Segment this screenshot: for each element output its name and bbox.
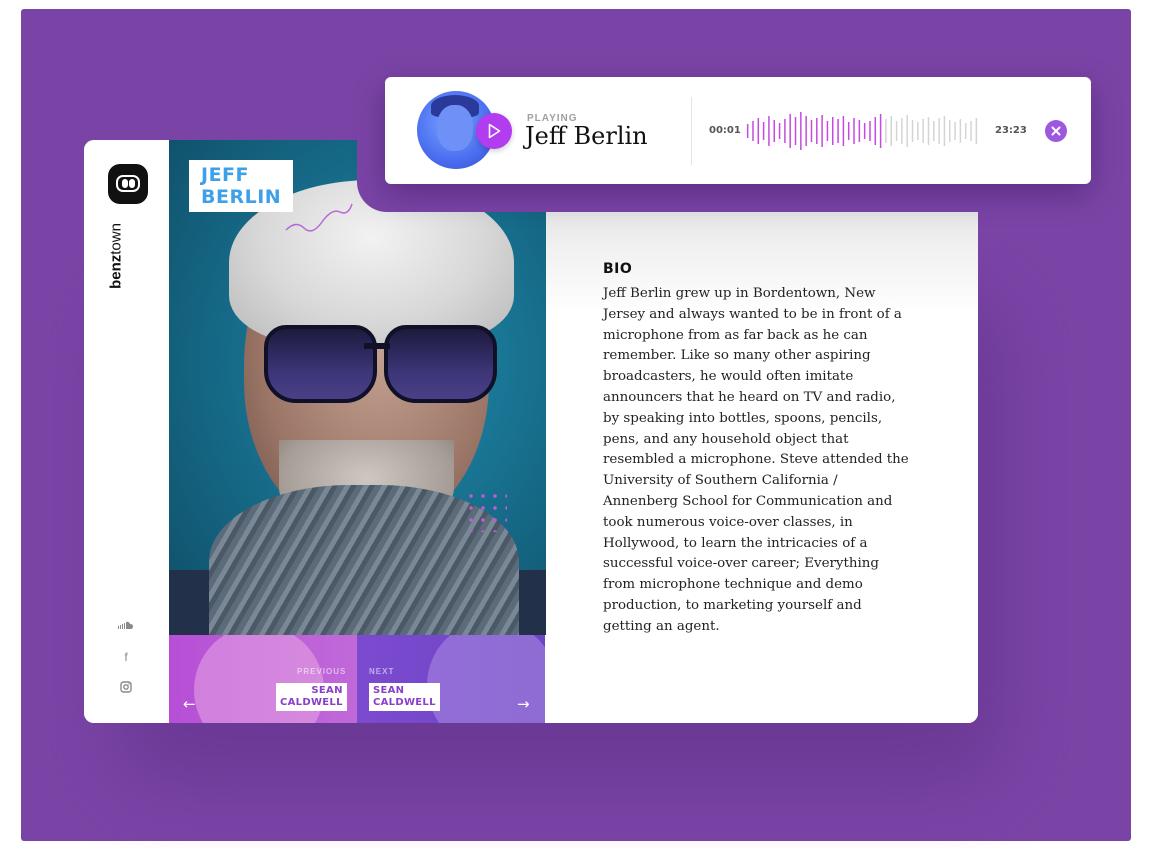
waveform-bar	[773, 120, 775, 142]
waveform-bar	[895, 121, 898, 141]
instagram-icon[interactable]	[117, 681, 135, 695]
next-last-name: CALDWELL	[373, 697, 436, 708]
waveform-bar	[810, 120, 813, 142]
waveform-bar	[906, 115, 908, 147]
waveform-bar	[826, 121, 829, 141]
previous-name-tag: SEAN CALDWELL	[276, 683, 347, 711]
next-label: NEXT	[369, 667, 395, 676]
waveform-bar	[853, 118, 855, 144]
benztown-logo-icon[interactable]	[108, 164, 148, 204]
next-name-tag: SEAN CALDWELL	[369, 683, 440, 711]
profile-card: benztown f JEFF BERLIN PREVIOUS SEAN CAL…	[84, 140, 978, 723]
profile-photo: JEFF BERLIN	[169, 140, 546, 635]
arrow-right-icon[interactable]: →	[517, 695, 530, 713]
logo-eye-right	[129, 179, 135, 188]
waveform-bar	[970, 121, 972, 141]
close-icon	[1051, 126, 1061, 136]
profile-last-name: BERLIN	[201, 186, 282, 208]
waveform-bar	[768, 116, 770, 146]
decorative-dots	[465, 490, 507, 532]
waveform-bar	[890, 116, 892, 146]
waveform-bar	[800, 112, 802, 150]
previous-profile-link[interactable]: PREVIOUS SEAN CALDWELL ←	[169, 635, 357, 723]
profile-name-tag: JEFF BERLIN	[189, 160, 294, 212]
waveform-bar	[917, 122, 919, 140]
track-title: Jeff Berlin	[525, 122, 648, 150]
waveform-bar	[837, 119, 839, 143]
brand-suffix: town	[107, 223, 125, 255]
profile-first-name: JEFF	[201, 164, 250, 186]
close-button[interactable]	[1045, 120, 1067, 142]
waveform-bar	[869, 121, 871, 141]
previous-first-name: SEAN	[311, 685, 343, 696]
avatar-face	[437, 105, 473, 151]
play-button[interactable]	[476, 113, 512, 149]
waveform-bar	[842, 116, 845, 146]
waveform-bar	[746, 124, 749, 138]
waveform-bar	[789, 114, 791, 148]
previous-label: PREVIOUS	[297, 667, 347, 676]
play-icon	[488, 123, 501, 139]
waveform-bar	[784, 119, 786, 143]
waveform-bar	[938, 118, 940, 144]
waveform-bar	[975, 118, 978, 144]
waveform-bar	[863, 123, 866, 139]
waveform-bar	[832, 117, 834, 145]
waveform-bar	[805, 116, 807, 146]
bio-text: Jeff Berlin grew up in Bordentown, New J…	[603, 286, 909, 634]
decorative-squiggle	[285, 203, 353, 232]
sunglasses-left-lens	[264, 325, 377, 403]
waveform-bar	[885, 119, 887, 143]
waveform-bar	[778, 123, 781, 139]
logo-eye-left	[122, 179, 128, 188]
bio-section: BIO Jeff Berlin grew up in Bordentown, N…	[546, 140, 978, 723]
waveform-bar	[847, 122, 850, 140]
waveform-bar	[821, 115, 823, 147]
logo-visor	[116, 175, 140, 192]
waveform-bar	[816, 118, 818, 144]
waveform-bar	[858, 120, 861, 142]
waveform-bar	[911, 120, 914, 142]
sidebar: benztown f	[84, 140, 169, 723]
waveform-bar	[922, 119, 924, 143]
facebook-icon[interactable]: f	[117, 650, 135, 664]
total-time: 23:23	[995, 125, 1027, 136]
brand-prefix: benz	[107, 254, 125, 289]
waveform-bar	[933, 121, 935, 141]
waveform-bar	[752, 121, 754, 141]
brand-wordmark[interactable]: benztown	[106, 216, 126, 296]
waveform-bar	[927, 117, 930, 145]
previous-last-name: CALDWELL	[280, 697, 343, 708]
audio-player: PLAYING Jeff Berlin 00:01 23:23	[385, 77, 1091, 184]
arrow-left-icon[interactable]: ←	[183, 695, 196, 713]
waveform-bar	[762, 122, 765, 140]
waveform-bar	[964, 123, 967, 139]
current-time: 00:01	[709, 125, 741, 136]
waveform-bar	[874, 117, 877, 145]
waveform-bar	[757, 118, 760, 144]
waveform-bar	[794, 117, 797, 145]
waveform-bar	[879, 114, 882, 148]
waveform-bar	[943, 116, 946, 146]
player-divider	[691, 97, 692, 165]
soundcloud-icon[interactable]	[117, 618, 135, 632]
waveform-bar	[959, 119, 962, 143]
sunglasses-right-lens	[384, 325, 497, 403]
waveform-scrubber[interactable]	[745, 109, 979, 153]
waveform-bar	[901, 118, 903, 144]
waveform-bar	[949, 120, 951, 142]
sunglasses-bridge	[364, 343, 390, 349]
next-first-name: SEAN	[373, 685, 405, 696]
bio-heading: BIO	[603, 261, 633, 277]
next-profile-link[interactable]: NEXT SEAN CALDWELL →	[357, 635, 545, 723]
waveform-bar	[954, 122, 956, 140]
